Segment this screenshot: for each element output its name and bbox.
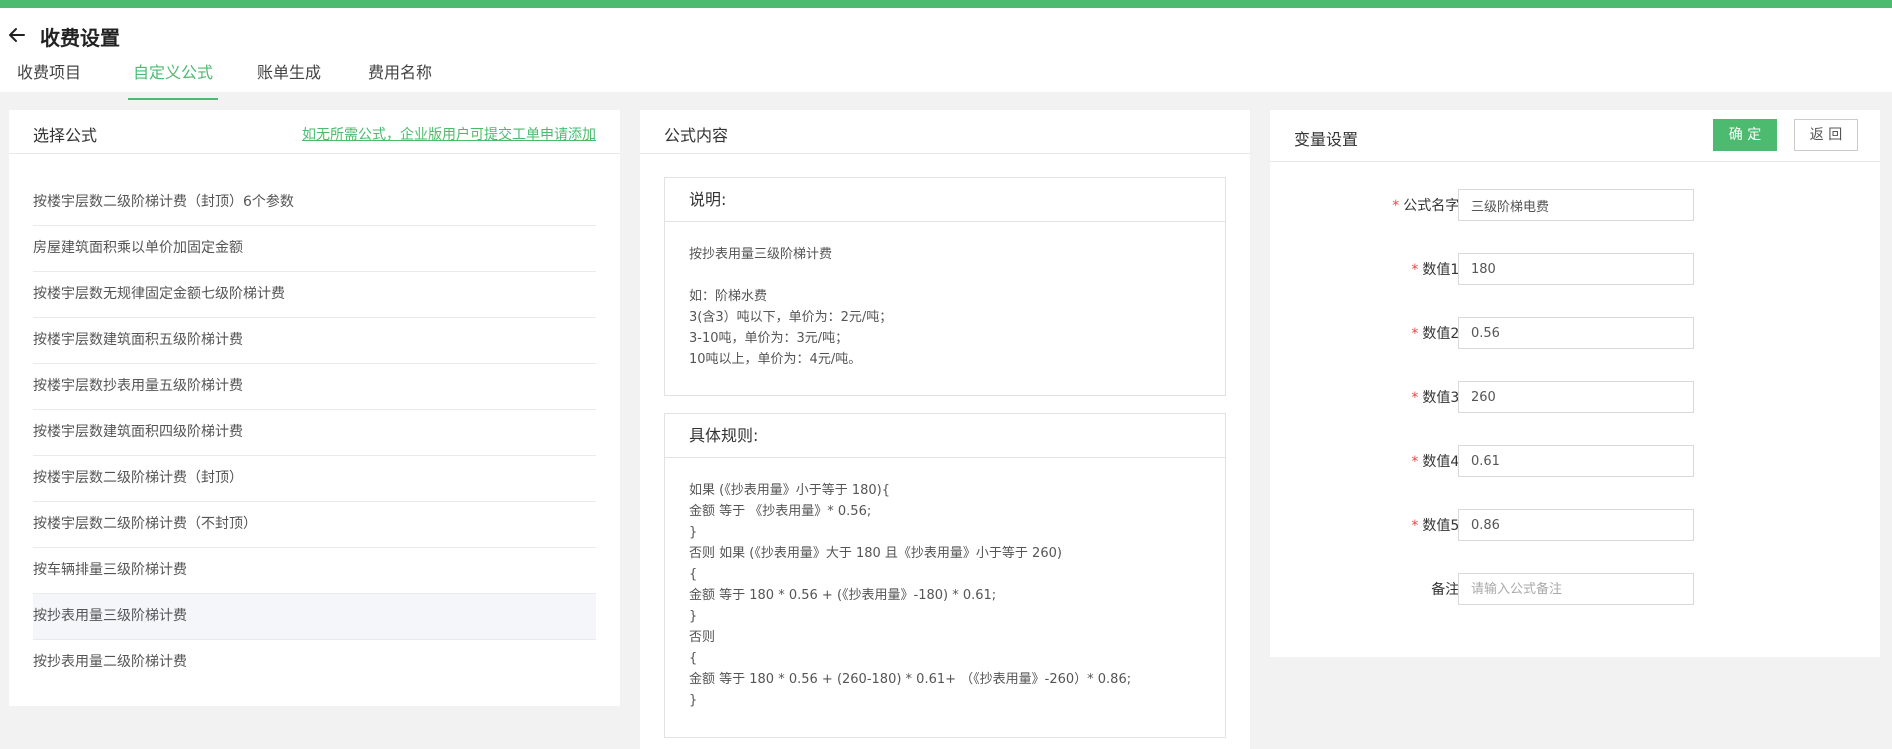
select-formula-panel: 选择公式 如无所需公式，企业版用户可提交工单申请添加 按楼宇层数二级阶梯计费（封… — [9, 110, 620, 706]
page-title: 收费设置 — [40, 26, 120, 50]
description-text: 按抄表用量三级阶梯计费 如：阶梯水费 3(含3）吨以下，单价为：2元/吨； 3-… — [689, 247, 893, 367]
formula-item[interactable]: 按车辆排量三级阶梯计费 — [33, 548, 596, 594]
formula-item[interactable]: 按楼宇层数建筑面积五级阶梯计费 — [33, 318, 596, 364]
formula-item[interactable]: 按楼宇层数无规律固定金额七级阶梯计费 — [33, 272, 596, 318]
formula-list: 按楼宇层数二级阶梯计费（封顶）6个参数 房屋建筑面积乘以单价加固定金额 按楼宇层… — [33, 180, 596, 686]
remark-row: 备注: — [1270, 573, 1880, 605]
page-header: 收费设置 收费项目 自定义公式 账单生成 费用名称 — [0, 8, 1892, 100]
rules-title: 具体规则: — [665, 414, 1225, 458]
formula-item[interactable]: 按楼宇层数抄表用量五级阶梯计费 — [33, 364, 596, 410]
tab-charge-items[interactable]: 收费项目 — [17, 62, 81, 100]
value3-label: * 数值3: — [1411, 390, 1464, 406]
variable-settings-header: 变量设置 确 定 返 回 — [1270, 110, 1880, 162]
description-title: 说明: — [665, 178, 1225, 222]
formula-content-header: 公式内容 — [640, 110, 1250, 154]
value4-row: * 数值4: — [1270, 445, 1880, 477]
formula-item[interactable]: 按楼宇层数二级阶梯计费（封顶） — [33, 456, 596, 502]
tab-custom-formula[interactable]: 自定义公式 — [128, 62, 218, 100]
value1-label: * 数值1: — [1411, 262, 1464, 278]
request-formula-link[interactable]: 如无所需公式，企业版用户可提交工单申请添加 — [302, 124, 596, 144]
formula-name-input[interactable] — [1458, 189, 1694, 221]
select-formula-header: 选择公式 如无所需公式，企业版用户可提交工单申请添加 — [9, 110, 620, 154]
tab-fee-names[interactable]: 费用名称 — [368, 62, 432, 100]
description-box: 说明: 按抄表用量三级阶梯计费 如：阶梯水费 3(含3）吨以下，单价为：2元/吨… — [664, 177, 1226, 396]
value5-row: * 数值5: — [1270, 509, 1880, 541]
select-formula-title: 选择公式 — [33, 126, 98, 145]
value3-row: * 数值3: — [1270, 381, 1880, 413]
rules-box: 具体规则: 如果 (《抄表用量》小于等于 180){ 金额 等于 《抄表用量》*… — [664, 413, 1226, 738]
value2-label: * 数值2: — [1411, 326, 1464, 342]
rules-text: 如果 (《抄表用量》小于等于 180){ 金额 等于 《抄表用量》* 0.56;… — [689, 483, 1132, 708]
formula-name-label: * 公式名字: — [1392, 198, 1464, 214]
top-accent-bar — [0, 0, 1892, 8]
formula-content-title: 公式内容 — [664, 126, 729, 145]
value4-input[interactable] — [1458, 445, 1694, 477]
formula-item[interactable]: 房屋建筑面积乘以单价加固定金额 — [33, 226, 596, 272]
value2-input[interactable] — [1458, 317, 1694, 349]
value4-label: * 数值4: — [1411, 454, 1464, 470]
formula-item[interactable]: 按楼宇层数二级阶梯计费（不封顶） — [33, 502, 596, 548]
formula-name-row: * 公式名字: — [1270, 189, 1880, 221]
formula-item[interactable]: 按抄表用量三级阶梯计费 — [33, 594, 596, 640]
value3-input[interactable] — [1458, 381, 1694, 413]
value5-input[interactable] — [1458, 509, 1694, 541]
formula-item[interactable]: 按楼宇层数二级阶梯计费（封顶）6个参数 — [33, 180, 596, 226]
formula-content-panel: 公式内容 说明: 按抄表用量三级阶梯计费 如：阶梯水费 3(含3）吨以下，单价为… — [640, 110, 1250, 749]
value5-label: * 数值5: — [1411, 518, 1464, 534]
value1-input[interactable] — [1458, 253, 1694, 285]
value2-row: * 数值2: — [1270, 317, 1880, 349]
tab-bill-generation[interactable]: 账单生成 — [257, 62, 321, 100]
value1-row: * 数值1: — [1270, 253, 1880, 285]
formula-item[interactable]: 按抄表用量二级阶梯计费 — [33, 640, 596, 686]
remark-input[interactable] — [1458, 573, 1694, 605]
formula-item[interactable]: 按楼宇层数建筑面积四级阶梯计费 — [33, 410, 596, 456]
variable-settings-panel: 变量设置 确 定 返 回 *公式名字: *数值1: *数值2: *数值3: *数… — [1270, 110, 1880, 657]
arrow-left-icon[interactable] — [6, 24, 28, 46]
confirm-button[interactable]: 确 定 — [1713, 119, 1777, 151]
variable-settings-title: 变量设置 — [1294, 130, 1359, 149]
back-button[interactable]: 返 回 — [1794, 119, 1858, 151]
